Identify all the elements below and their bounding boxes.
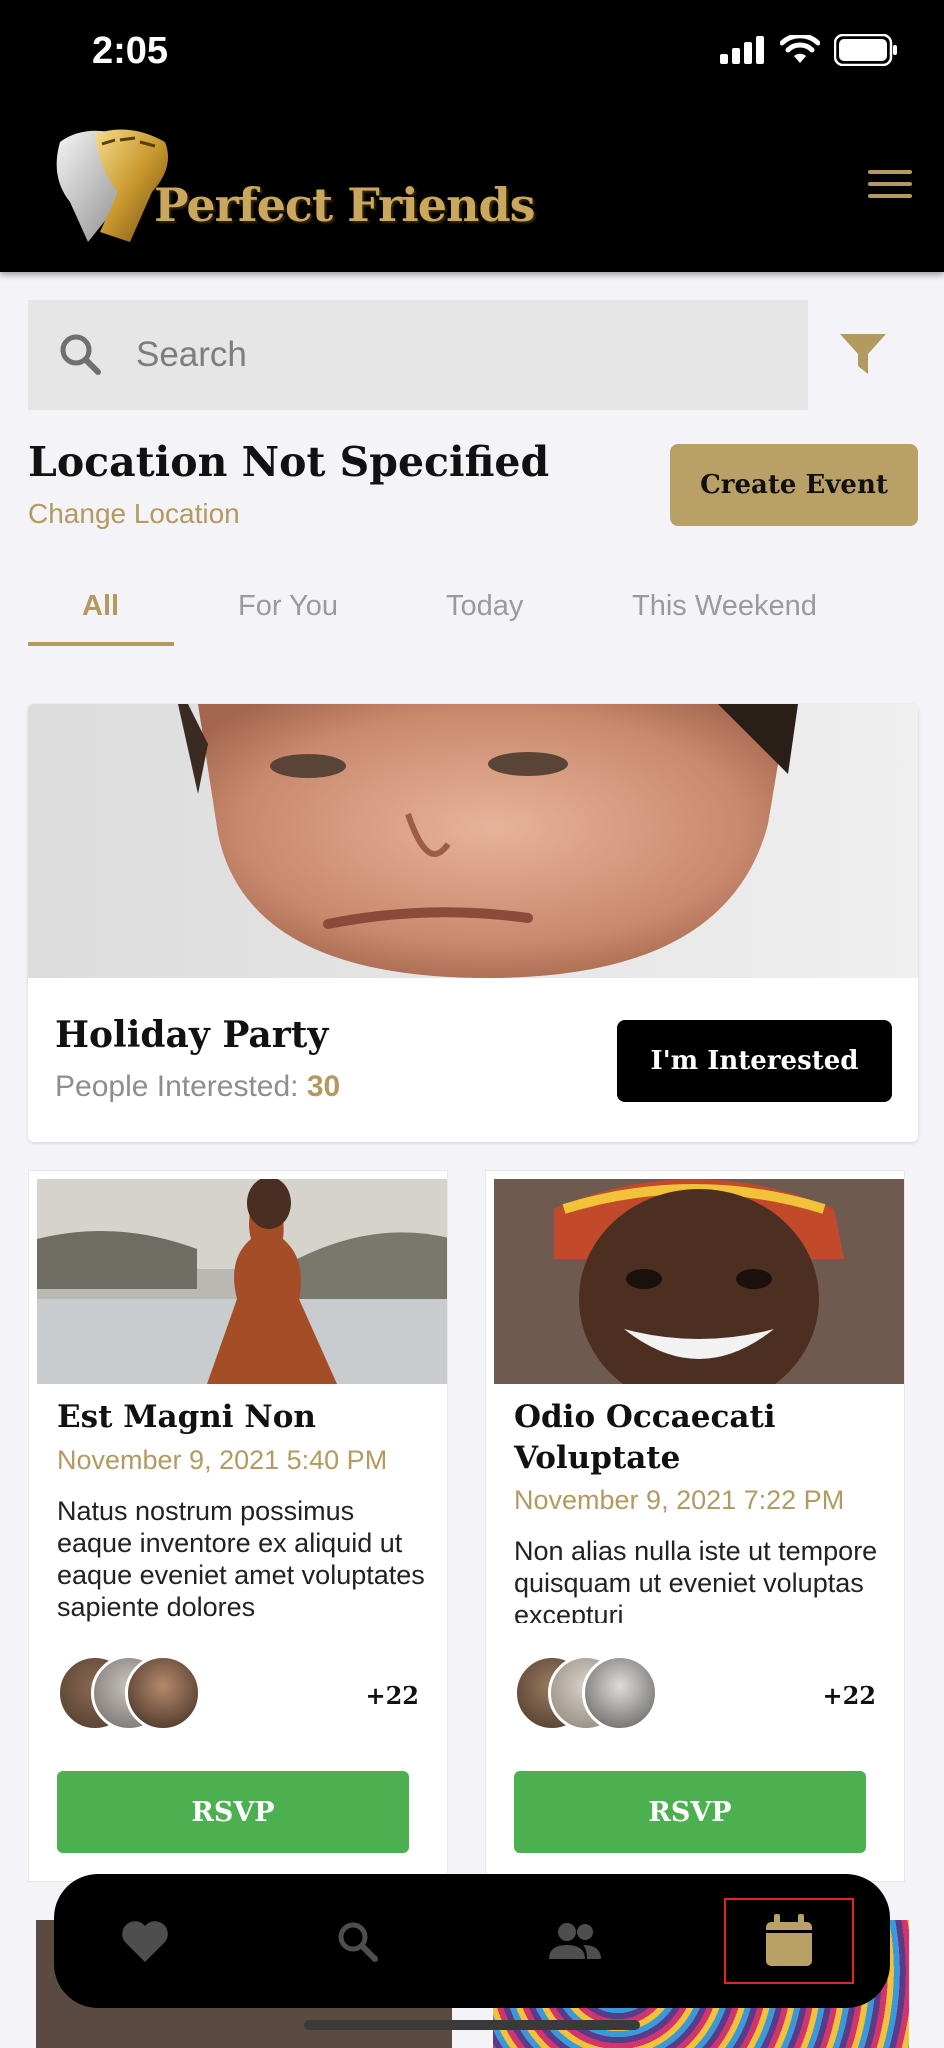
bottom-navigation bbox=[54, 1874, 890, 2008]
event-description: Non alias nulla iste ut tempore quisquam… bbox=[514, 1536, 878, 1623]
people-interested-count: 30 bbox=[306, 1070, 341, 1103]
search-bar[interactable] bbox=[28, 300, 808, 410]
search-icon bbox=[338, 1922, 378, 1962]
attendee-avatars bbox=[57, 1655, 217, 1735]
extra-attendees-count: +22 bbox=[822, 1681, 876, 1710]
event-card[interactable]: Est Magni Non November 9, 2021 5:40 PM N… bbox=[28, 1170, 448, 1882]
filter-icon[interactable] bbox=[838, 330, 888, 380]
featured-event-card[interactable]: Holiday Party People Interested: 30 I'm … bbox=[28, 704, 918, 1142]
nav-favorites[interactable] bbox=[80, 1898, 210, 1984]
event-title: Odio Occaecati Voluptate bbox=[514, 1399, 776, 1476]
app-name: Perfect Friends bbox=[154, 178, 536, 232]
wifi-icon bbox=[780, 35, 820, 63]
battery-icon bbox=[834, 34, 897, 66]
extra-attendees-count: +22 bbox=[365, 1681, 419, 1710]
avatar bbox=[125, 1655, 201, 1731]
event-description: Natus nostrum possimus eaque inventore e… bbox=[57, 1496, 425, 1622]
location-title: Location Not Specified bbox=[28, 438, 550, 486]
event-tabs: All For You Today This Weekend bbox=[28, 580, 918, 650]
app-logo[interactable]: Perfect Friends bbox=[40, 122, 536, 252]
people-interested: People Interested: 30 bbox=[55, 1070, 340, 1104]
featured-event-image bbox=[28, 704, 918, 978]
app-header: Perfect Friends bbox=[0, 100, 944, 272]
status-bar: 2:05 bbox=[0, 0, 944, 100]
signal-icon bbox=[720, 36, 764, 64]
create-event-button[interactable]: Create Event bbox=[670, 444, 918, 526]
menu-icon[interactable] bbox=[868, 170, 912, 202]
search-input[interactable] bbox=[136, 330, 776, 380]
event-date: November 9, 2021 5:40 PM bbox=[57, 1445, 388, 1475]
people-interested-label: People Interested: bbox=[55, 1070, 299, 1103]
tab-today[interactable]: Today bbox=[446, 590, 523, 623]
change-location-link[interactable]: Change Location bbox=[28, 498, 240, 530]
people-icon bbox=[549, 1923, 601, 1959]
nav-friends[interactable] bbox=[510, 1898, 640, 1984]
rsvp-button[interactable]: RSVP bbox=[57, 1771, 409, 1853]
status-time: 2:05 bbox=[92, 30, 169, 72]
heart-icon bbox=[122, 1921, 168, 1962]
attendee-avatars bbox=[514, 1655, 674, 1735]
home-indicator bbox=[304, 2020, 640, 2030]
featured-event-title: Holiday Party bbox=[55, 1014, 329, 1056]
tab-for-you[interactable]: For You bbox=[238, 590, 338, 623]
avatar bbox=[582, 1655, 658, 1731]
active-tab-indicator bbox=[28, 642, 174, 646]
nav-search[interactable] bbox=[292, 1898, 422, 1984]
search-icon bbox=[60, 334, 101, 375]
event-image bbox=[494, 1179, 904, 1384]
event-title: Est Magni Non bbox=[57, 1399, 316, 1435]
tab-this-weekend[interactable]: This Weekend bbox=[632, 590, 817, 623]
event-card[interactable]: Odio Occaecati Voluptate November 9, 202… bbox=[485, 1170, 905, 1882]
event-image bbox=[37, 1179, 447, 1384]
rsvp-button[interactable]: RSVP bbox=[514, 1771, 866, 1853]
status-icons bbox=[720, 34, 898, 66]
tab-all[interactable]: All bbox=[82, 590, 119, 623]
im-interested-button[interactable]: I'm Interested bbox=[617, 1020, 892, 1102]
calendar-icon bbox=[766, 1914, 812, 1966]
nav-events[interactable] bbox=[724, 1898, 854, 1984]
event-date: November 9, 2021 7:22 PM bbox=[514, 1485, 845, 1515]
